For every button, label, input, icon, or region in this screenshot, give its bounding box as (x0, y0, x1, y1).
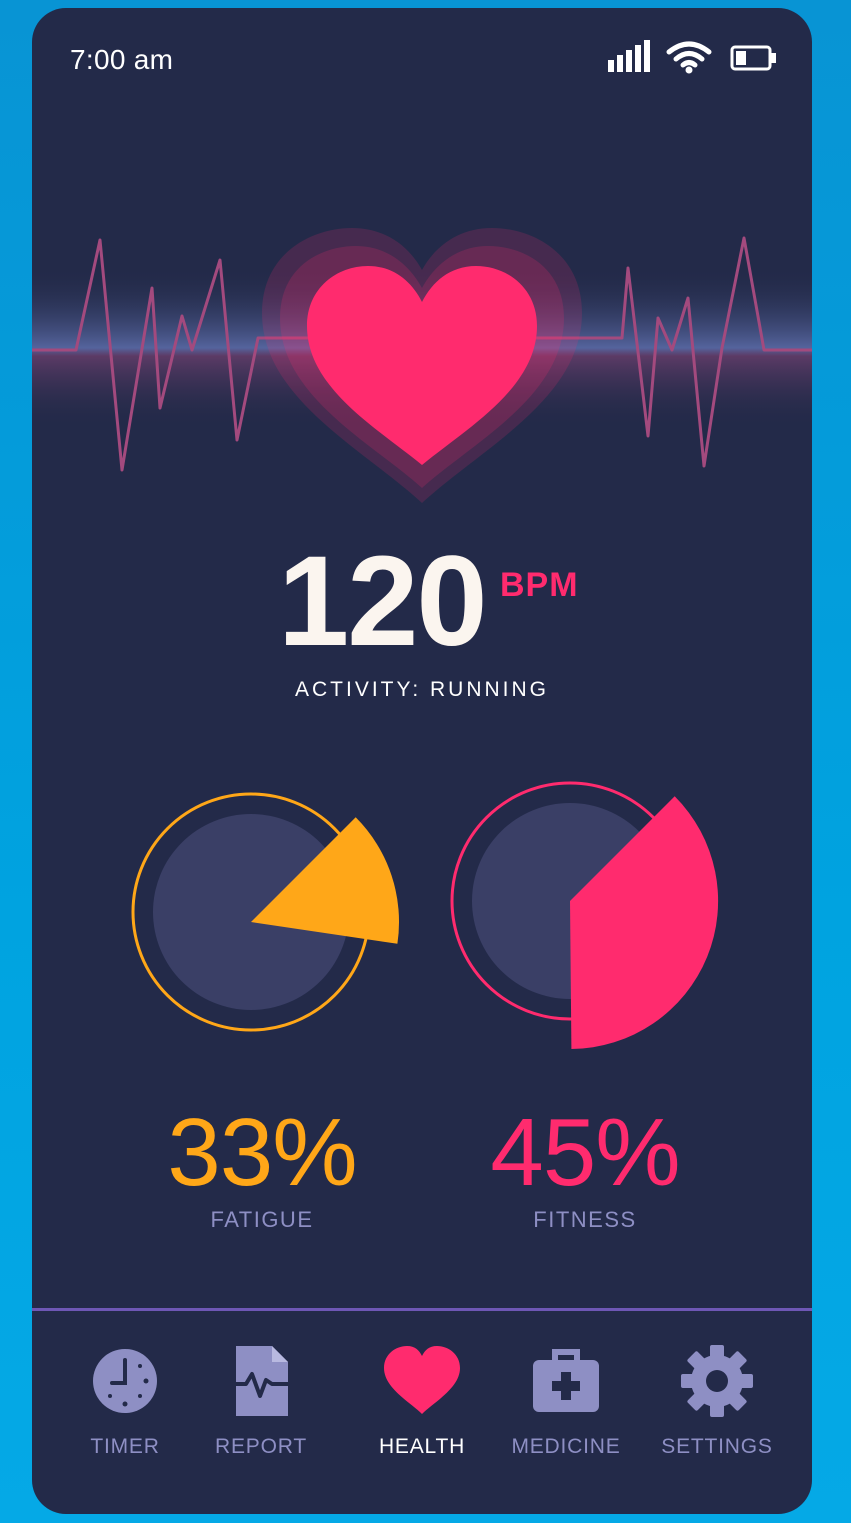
nav-label-health: HEALTH (378, 1435, 466, 1458)
status-bar: 7:00 am (32, 8, 812, 118)
fatigue-gauge (131, 792, 400, 1032)
heart-icon (384, 1346, 460, 1414)
fitness-label: FITNESS (533, 1207, 637, 1232)
nav-item-health[interactable]: HEALTH (352, 1341, 492, 1481)
heartbeat-graphic (32, 228, 812, 503)
report-icon (228, 1346, 288, 1416)
heartbeat-hero (32, 208, 812, 528)
wifi-icon (666, 41, 712, 74)
heart-rate-readout: 120 BPM ACTIVITY: RUNNING (32, 538, 812, 708)
fatigue-label: FATIGUE (210, 1207, 314, 1232)
clock-icon (93, 1349, 157, 1413)
nav-label-timer: TIMER (90, 1435, 160, 1458)
status-time: 7:00 am (70, 44, 174, 75)
bottom-nav: TIMER REPORT HEALTH MEDICINE SETTINGS (32, 1311, 812, 1514)
nav-item-medicine[interactable]: MEDICINE (496, 1341, 636, 1481)
fatigue-percent: 33% (167, 1099, 357, 1206)
bpm-value: 120 (278, 530, 488, 673)
nav-item-timer[interactable]: TIMER (55, 1341, 195, 1481)
nav-item-report[interactable]: REPORT (191, 1341, 331, 1481)
gauges (32, 768, 812, 1088)
nav-item-settings[interactable]: SETTINGS (647, 1341, 787, 1481)
fitness-gauge (450, 781, 719, 1049)
gear-icon (681, 1345, 753, 1417)
fitness-percent: 45% (490, 1099, 680, 1206)
bpm-unit: BPM (500, 566, 579, 604)
nav-label-medicine: MEDICINE (511, 1435, 621, 1458)
battery-icon (730, 45, 776, 71)
phone-screen: 7:00 am 120 BPM ACTIVITY: RUNNING 33% FA… (32, 8, 812, 1514)
nav-label-settings: SETTINGS (661, 1435, 773, 1458)
medicine-icon (533, 1349, 599, 1412)
activity-label: ACTIVITY: RUNNING (294, 678, 550, 701)
nav-label-report: REPORT (215, 1435, 307, 1458)
signal-icon (608, 40, 650, 72)
fatigue-stat: 33% FATIGUE (112, 1103, 412, 1233)
gauge-graphics (131, 781, 719, 1049)
fitness-stat: 45% FITNESS (435, 1103, 735, 1233)
